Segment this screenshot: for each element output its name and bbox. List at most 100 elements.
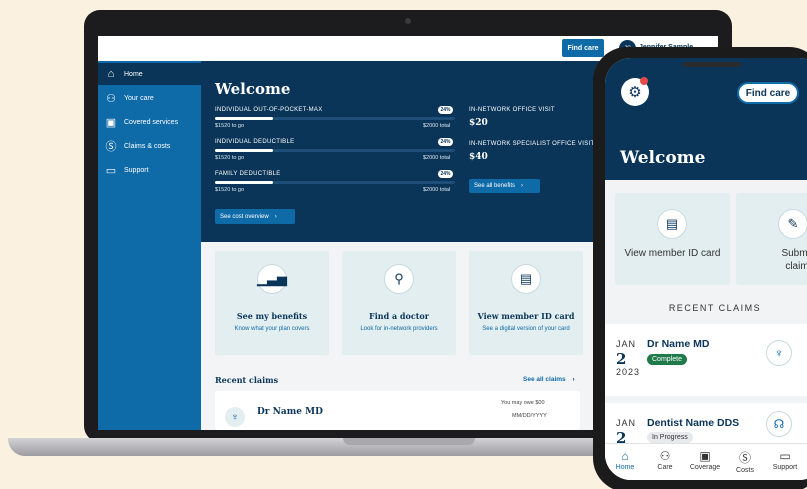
card-subtitle: Look for in-network providers (360, 326, 438, 332)
phone-speaker (683, 62, 741, 67)
nav-label: Coverage (689, 464, 721, 471)
stethoscope-icon: ♆ (766, 340, 792, 366)
nav-label: Care (657, 464, 673, 471)
claim-row[interactable]: JAN 2 Dentist Name DDS In Progress ☊ (605, 403, 807, 447)
nav-care[interactable]: ⚇ Care (645, 449, 685, 471)
progress-fill (215, 117, 273, 120)
progress-badge: 24% (438, 170, 453, 178)
sidebar-item-covered-services[interactable]: ▣ Covered services (98, 111, 201, 133)
status-badge: In Progress (647, 432, 693, 443)
nav-support[interactable]: ▭ Support (765, 449, 805, 471)
card-title: See my benefits (236, 311, 308, 321)
sidebar-item-label: Home (124, 70, 143, 78)
card-label: View member ID card (624, 248, 721, 259)
nav-coverage[interactable]: ▣ Coverage (685, 449, 725, 471)
claim-date: MM/DD/YYYY (512, 413, 547, 419)
bottom-nav: ⌂ Home ⚇ Care ▣ Coverage Ⓢ Costs ▭ Suppo… (605, 443, 807, 480)
progress-fill (215, 149, 273, 152)
sidebar-item-claims-costs[interactable]: Ⓢ Claims & costs (98, 135, 201, 157)
nav-label: Costs (736, 467, 754, 474)
progress-track (215, 117, 455, 120)
chevron-right-icon: › (521, 183, 524, 189)
visit-label: IN-NETWORK SPECIALIST OFFICE VISIT (469, 141, 595, 147)
card-subtitle: Know what your plan covers (234, 326, 310, 332)
member-id-card[interactable]: ▤ View member ID card (615, 193, 730, 285)
total-text: $2000 total (423, 123, 451, 129)
page-title: Welcome (215, 80, 291, 98)
total-text: $2000 total (423, 155, 451, 161)
card-subtitle: See a digital version of your card (482, 326, 570, 332)
claim-row[interactable]: JAN 2 2023 Dr Name MD Complete ♆ (605, 324, 807, 396)
chart-icon: ▁▃▅ (257, 264, 287, 294)
visit-value: $20 (469, 118, 488, 128)
total-text: $2000 total (423, 187, 451, 193)
to-go-text: $1520 to go (215, 123, 245, 129)
recent-claims-title: RECENT CLAIMS (668, 303, 762, 313)
card-label: Submit claim (781, 248, 807, 272)
briefcase-icon: ▣ (699, 449, 711, 463)
sidebar-item-home[interactable]: ⌂ Home (98, 63, 201, 85)
home-icon: ⌂ (621, 449, 629, 463)
card-title: View member ID card (477, 311, 575, 321)
claim-month: JAN (616, 339, 637, 349)
find-doctor-card[interactable]: ⚲ Find a doctor Look for in-network prov… (342, 251, 456, 355)
submit-claim-card[interactable]: ✎ Submit claim (736, 193, 807, 285)
chat-icon: ▭ (779, 449, 791, 463)
stethoscope-icon: ♆ (225, 407, 245, 427)
sidebar-item-label: Support (124, 166, 149, 174)
benefits-card[interactable]: ▁▃▅ See my benefits Know what your plan … (215, 251, 329, 355)
chat-icon: ▭ (105, 164, 117, 177)
claim-year: 2023 (616, 367, 641, 377)
nav-label: Support (772, 464, 798, 471)
progress-track (215, 181, 455, 184)
status-badge: Complete (647, 354, 687, 365)
people-icon: ⚇ (659, 449, 671, 463)
visit-value: $40 (469, 152, 488, 162)
progress-track (215, 149, 455, 152)
sidebar-item-your-care[interactable]: ⚇ Your care (98, 87, 201, 109)
dollar-icon: Ⓢ (105, 141, 117, 153)
sidebar-item-label: Claims & costs (124, 142, 171, 150)
claim-row[interactable]: ♆ Dr Name MD You may owe $00 MM/DD/YYYY (215, 391, 580, 430)
progress-badge: 24% (438, 106, 453, 114)
nav-costs[interactable]: Ⓢ Costs (725, 449, 765, 474)
magnifier-icon: ⚲ (384, 264, 414, 294)
id-card-icon: ▤ (511, 264, 541, 294)
card-title: Find a doctor (369, 311, 429, 321)
notification-dot (640, 77, 648, 85)
nav-home[interactable]: ⌂ Home (605, 449, 645, 471)
submit-claim-icon: ✎ (778, 209, 807, 239)
claim-owe: You may owe $00 (501, 400, 545, 406)
dollar-icon: Ⓢ (738, 451, 751, 465)
progress-badge: 24% (438, 138, 453, 146)
claim-provider-name: Dr Name MD (647, 338, 710, 350)
bar-label: INDIVIDUAL DEDUCTIBLE (215, 139, 295, 145)
claim-provider-name: Dr Name MD (257, 407, 323, 417)
laptop-camera (405, 18, 411, 24)
claim-day: 2 (616, 350, 627, 368)
phone-screen: ⚙ Find care Welcome ▤ View member ID car… (605, 58, 807, 480)
laptop-notch (343, 438, 475, 445)
page-title: Welcome (620, 148, 706, 168)
member-id-card[interactable]: ▤ View member ID card See a digital vers… (469, 251, 583, 355)
id-card-icon: ▤ (657, 209, 687, 239)
home-icon: ⌂ (107, 68, 115, 80)
cost-overview-label: See cost overview (220, 213, 269, 220)
see-all-claims-link[interactable]: See all claims › (523, 376, 575, 383)
chevron-right-icon: › (572, 376, 575, 383)
find-care-button[interactable]: Find care (737, 82, 799, 104)
visit-label: IN-NETWORK OFFICE VISIT (469, 107, 555, 113)
find-care-button[interactable]: Find care (562, 39, 604, 57)
to-go-text: $1520 to go (215, 155, 245, 161)
sidebar-item-support[interactable]: ▭ Support (98, 159, 201, 181)
cost-overview-button[interactable]: See cost overview › (215, 209, 295, 224)
all-benefits-label: See all benefits (474, 183, 516, 189)
see-all-claims-label: See all claims (523, 376, 566, 383)
all-benefits-button[interactable]: See all benefits › (469, 179, 540, 193)
sidebar-item-label: Covered services (124, 118, 179, 126)
nav-label: Home (615, 464, 635, 471)
bar-label: FAMILY DEDUCTIBLE (215, 171, 281, 177)
claim-provider-name: Dentist Name DDS (647, 417, 740, 429)
to-go-text: $1520 to go (215, 187, 245, 193)
people-icon: ⚇ (106, 92, 116, 105)
